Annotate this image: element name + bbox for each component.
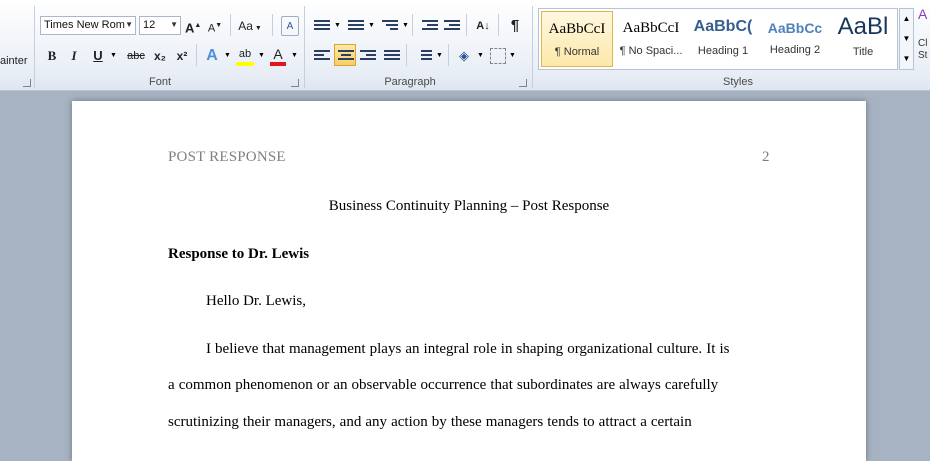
chevron-down-icon[interactable]: ▼ [334, 22, 341, 29]
group-divider [304, 6, 305, 88]
style-name: Heading 1 [697, 45, 749, 57]
shading-icon[interactable]: ◈ [455, 46, 473, 66]
chevron-down-icon[interactable]: ▼ [509, 52, 516, 59]
divider [272, 14, 273, 36]
group-divider [532, 6, 533, 88]
line-spacing-icon[interactable] [416, 50, 432, 62]
style-name: Heading 2 [769, 44, 821, 56]
font-name-box[interactable]: Times New Rom ▼ [40, 16, 136, 35]
chevron-down-icon[interactable]: ▼ [258, 52, 265, 59]
change-styles-label: Cl St [918, 38, 928, 61]
sort-button[interactable]: A↓ [473, 16, 493, 36]
divider [196, 44, 197, 66]
style-heading-1[interactable]: AaBbC( Heading 1 [687, 11, 759, 67]
body-line: I believe that management plays an integ… [206, 341, 730, 357]
clipboard-launcher-icon[interactable] [23, 79, 31, 87]
more-icon[interactable]: ▼ [900, 49, 913, 69]
divider [412, 14, 413, 36]
body-line: scrutinizing their managers, and any act… [168, 414, 692, 430]
font-name-value: Times New Rom [44, 19, 125, 31]
style-normal[interactable]: AaBbCcI ¶ Normal [541, 11, 613, 67]
divider [498, 14, 499, 36]
styles-group-label: Styles [723, 76, 753, 88]
align-center-button[interactable] [334, 44, 356, 66]
change-styles-button[interactable]: A Cl St [918, 6, 930, 70]
increase-indent-icon[interactable] [444, 20, 460, 32]
font-launcher-icon[interactable] [291, 79, 299, 87]
group-divider [34, 6, 35, 88]
chevron-down-icon[interactable]: ▼ [291, 52, 298, 59]
ribbon: ainter Times New Rom ▼ 12 ▼ A▲ A▼ Aa ▼ A… [0, 0, 930, 91]
divider [448, 44, 449, 66]
style-preview: AaBbCcI [622, 20, 680, 36]
clear-formatting-icon[interactable]: A [281, 16, 299, 36]
numbering-icon[interactable] [348, 20, 364, 32]
paragraph-launcher-icon[interactable] [519, 79, 527, 87]
font-size-value: 12 [143, 19, 156, 31]
align-center-icon [338, 50, 354, 62]
borders-icon[interactable] [490, 48, 506, 64]
style-preview: AaBl [837, 13, 889, 40]
document-title: Business Continuity Planning – Post Resp… [328, 198, 610, 214]
decrease-indent-icon[interactable] [422, 20, 438, 32]
font-color-button[interactable]: A [270, 46, 286, 66]
body-line: a common phenomenon or an observable occ… [168, 377, 719, 393]
chevron-up-icon[interactable]: ▲ [900, 9, 913, 29]
align-left-icon[interactable] [314, 50, 330, 62]
style-name: Title [852, 46, 874, 58]
running-head: POST RESPONSE [168, 149, 286, 165]
style-preview: AaBbC( [693, 18, 753, 35]
font-group-label: Font [148, 76, 171, 88]
multilevel-list-icon[interactable] [382, 20, 398, 32]
change-styles-icon: A [918, 6, 928, 22]
style-name: ¶ No Spaci... [619, 45, 683, 57]
format-painter-label[interactable]: ainter [0, 55, 28, 67]
font-size-box[interactable]: 12 ▼ [139, 16, 181, 35]
justify-icon[interactable] [384, 50, 400, 62]
style-preview: AaBbCcI [548, 21, 606, 37]
style-name: ¶ Normal [554, 46, 600, 58]
divider [230, 14, 231, 36]
show-formatting-button[interactable]: ¶ [506, 16, 524, 36]
style-title[interactable]: AaBl Title [829, 11, 897, 67]
section-heading: Response to Dr. Lewis [168, 246, 310, 262]
chevron-down-icon[interactable]: ▼ [402, 22, 409, 29]
styles-gallery: AaBbCcI ¶ Normal AaBbCcI ¶ No Spaci... A… [538, 8, 898, 70]
greeting-line: Hello Dr. Lewis, [206, 293, 306, 309]
style-heading-2[interactable]: AaBbCc Heading 2 [759, 11, 831, 67]
change-case-button[interactable]: Aa ▼ [238, 16, 262, 36]
divider [466, 14, 467, 36]
text-effects-button[interactable]: A [204, 46, 220, 66]
shrink-font-button[interactable]: A▼ [207, 16, 223, 36]
chevron-down-icon[interactable]: ▼ [110, 52, 117, 59]
italic-button[interactable]: I [66, 46, 82, 66]
strikethrough-button[interactable]: abc [124, 46, 148, 66]
chevron-down-icon[interactable]: ▼ [436, 52, 443, 59]
underline-button[interactable]: U [90, 46, 106, 66]
chevron-down-icon[interactable]: ▼ [900, 29, 913, 49]
chevron-down-icon[interactable]: ▼ [224, 52, 231, 59]
subscript-button[interactable]: x₂ [151, 46, 169, 66]
superscript-button[interactable]: x² [173, 46, 191, 66]
chevron-down-icon: ▼ [125, 20, 133, 29]
paragraph-group-label: Paragraph [384, 76, 436, 88]
align-right-icon[interactable] [360, 50, 376, 62]
grow-font-button[interactable]: A▲ [185, 16, 201, 36]
style-no-spacing[interactable]: AaBbCcI ¶ No Spaci... [615, 11, 687, 67]
chevron-down-icon[interactable]: ▼ [368, 22, 375, 29]
bold-button[interactable]: B [44, 46, 60, 66]
bullets-icon[interactable] [314, 20, 330, 32]
style-preview: AaBbCc [767, 20, 823, 36]
highlight-button[interactable]: ab [236, 46, 254, 66]
page-number: 2 [762, 149, 770, 165]
document-page[interactable]: POST RESPONSE 2 Business Continuity Plan… [72, 101, 866, 461]
divider [406, 44, 407, 66]
styles-scroll[interactable]: ▲ ▼ ▼ [899, 8, 914, 70]
chevron-down-icon[interactable]: ▼ [477, 52, 484, 59]
chevron-down-icon: ▼ [170, 20, 178, 29]
